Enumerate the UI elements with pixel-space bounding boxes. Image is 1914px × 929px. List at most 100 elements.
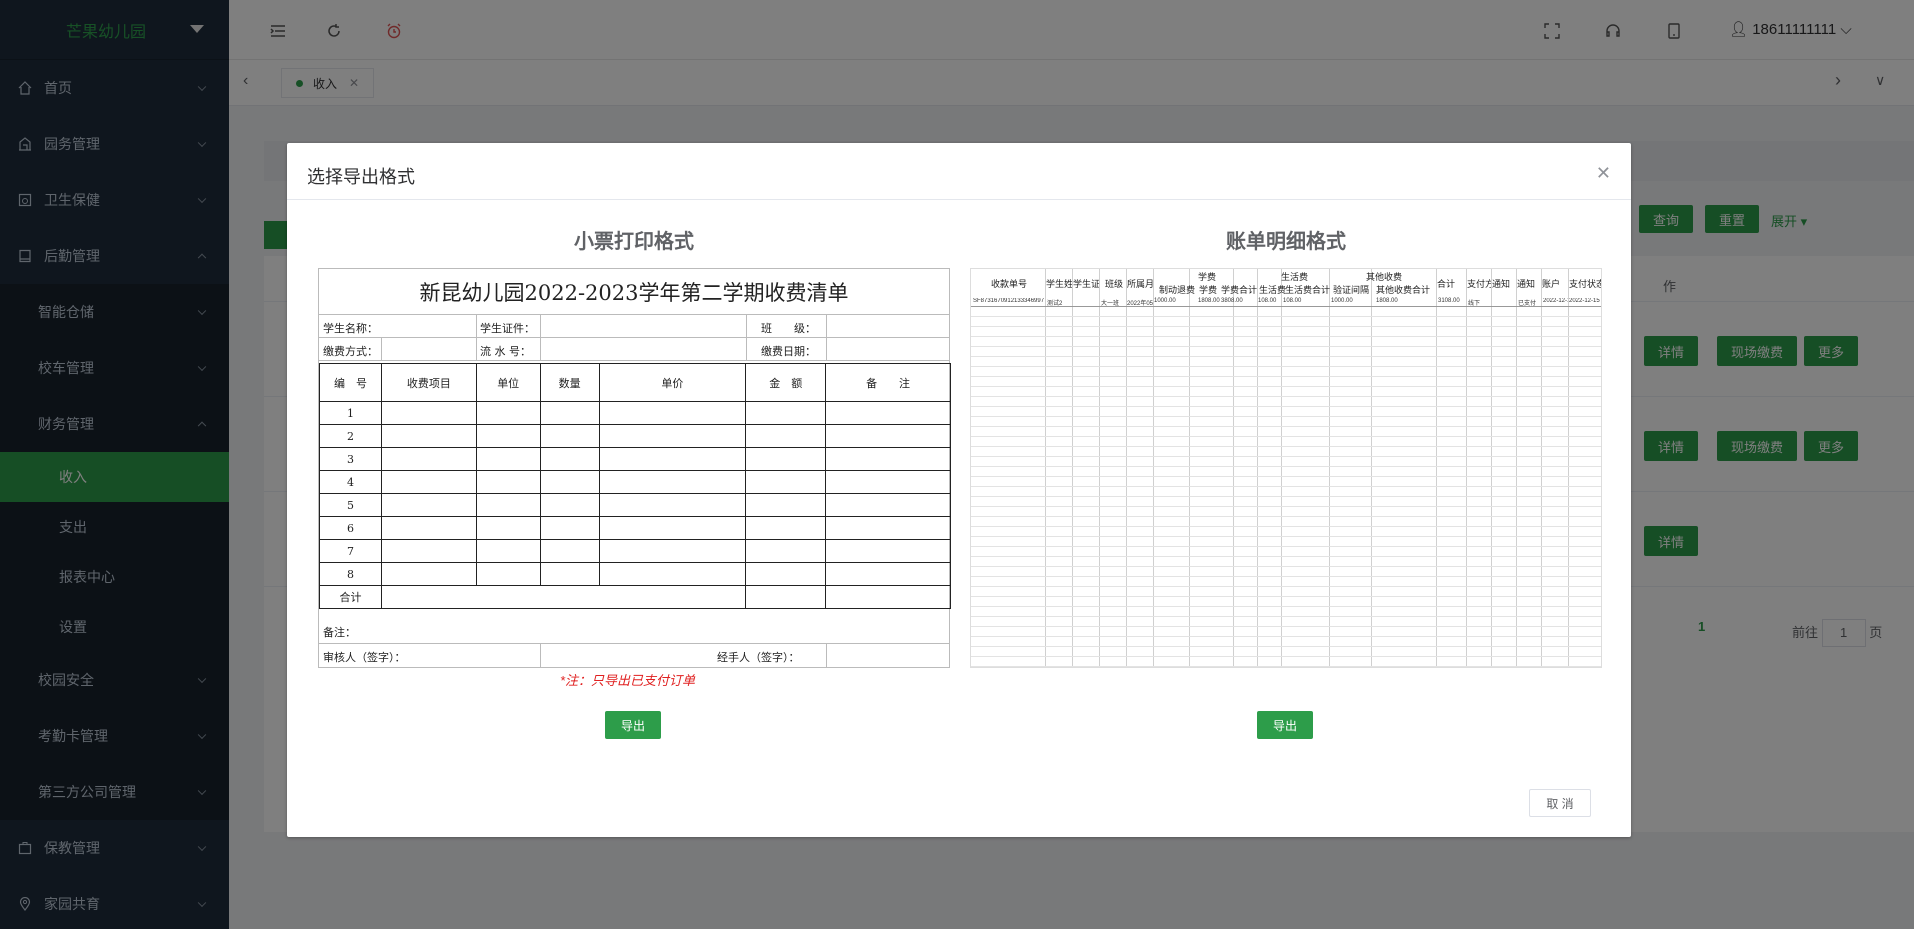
- ledger-header: 收款单号 学生姓名 学生证件 班级 所属月份 学费 制动退费 学费 学费合计 生…: [971, 269, 1601, 297]
- ledger-header-cell: 生活费: [1259, 286, 1287, 296]
- ledger-header-cell: 学费: [1199, 286, 1218, 296]
- ledger-cell: 已支付: [1518, 301, 1537, 307]
- ledger-cell: 1808.00: [1198, 298, 1220, 304]
- ledger-header-cell: 其他收费: [1366, 273, 1403, 283]
- table-header: 收费项目: [380, 363, 477, 402]
- ledger-cell: SF8731670912133346997: [973, 298, 1045, 304]
- student-id-label: 学生证件：: [480, 322, 535, 335]
- row-number: 5: [319, 493, 382, 517]
- ledger-cell: 108.00: [1258, 298, 1277, 304]
- ledger-cell: 1808.00: [1376, 298, 1398, 304]
- ledger-header-cell: 学费: [1198, 273, 1217, 283]
- receipt-title: 新昆幼儿园2022-2023学年第二学期收费清单: [319, 269, 949, 315]
- table-row: 6: [319, 516, 951, 540]
- ledger-cell: 2022-12-15: [1543, 298, 1568, 304]
- handler-label: 经手人（签字）：: [717, 651, 800, 664]
- receipt-preview[interactable]: 新昆幼儿园2022-2023学年第二学期收费清单 学生名称： 学生证件： 班 级…: [318, 268, 951, 668]
- ledger-header-cell: 学生证件: [1073, 280, 1099, 290]
- ledger-header-cell: 通知: [1517, 280, 1536, 290]
- table-header: 数量: [539, 363, 600, 402]
- ledger-cell: 大一班: [1101, 301, 1120, 307]
- ledger-cell: 2022-12-15: [1569, 298, 1600, 304]
- pay-date-label: 缴费日期：: [761, 345, 816, 358]
- divider: [381, 338, 382, 360]
- ledger-header-cell: 通知: [1492, 280, 1511, 290]
- ledger-cell: 3808.00: [1221, 298, 1243, 304]
- ledger-cell: 108.00: [1283, 298, 1302, 304]
- ledger-cell: 3108.00: [1438, 298, 1460, 304]
- ledger-cell: 1000.00: [1154, 298, 1176, 304]
- ledger-header-cell: 支付状态: [1569, 280, 1602, 290]
- receipt-format-heading: 小票打印格式: [574, 231, 694, 253]
- row-number: 3: [319, 447, 382, 471]
- divider: [476, 315, 477, 337]
- table-row: 8: [319, 562, 951, 586]
- remark-label: 备注：: [323, 626, 356, 639]
- ledger-cell: 1000.00: [1331, 298, 1353, 304]
- table-row: 1: [319, 401, 951, 425]
- divider: [540, 644, 541, 667]
- pay-method-label: 缴费方式：: [323, 345, 378, 358]
- ledger-header-cell: 所属月份: [1127, 280, 1153, 290]
- ledger-format-heading: 账单明细格式: [1226, 231, 1346, 253]
- ledger-preview[interactable]: 收款单号 学生姓名 学生证件 班级 所属月份 学费 制动退费 学费 学费合计 生…: [970, 268, 1602, 668]
- ledger-header-cell: 其他收费合计: [1376, 286, 1431, 296]
- export-label: 导出: [1272, 718, 1297, 733]
- receipt-table: 编 号 收费项目 单位 数量 单价 金 额 备 注 1 2 3 4 5 6 7 …: [319, 363, 951, 609]
- ledger-header-cell: 班级: [1105, 280, 1124, 290]
- divider: [746, 315, 747, 337]
- table-row: 2: [319, 424, 951, 448]
- divider: [746, 338, 747, 360]
- cancel-label: 取 消: [1546, 796, 1574, 811]
- divider: [540, 315, 541, 337]
- serial-label: 流 水 号：: [480, 345, 531, 358]
- remark-row: 备注：: [319, 615, 949, 644]
- signature-row: 审核人（签字）： 经手人（签字）：: [319, 644, 949, 667]
- row-number: 6: [319, 516, 382, 540]
- row-number: 8: [319, 562, 382, 586]
- ledger-header-cell: 学生姓名: [1046, 280, 1072, 290]
- table-header: 单位: [475, 363, 541, 402]
- divider: [287, 199, 1631, 200]
- ledger-grid: [971, 307, 1601, 667]
- row-number: 2: [319, 424, 382, 448]
- divider: [826, 315, 827, 337]
- export-format-dialog: 选择导出格式 ✕ 小票打印格式 账单明细格式 新昆幼儿园2022-2023学年第…: [287, 143, 1631, 837]
- table-header: 编 号: [319, 363, 382, 402]
- export-receipt-button[interactable]: 导出: [605, 711, 661, 739]
- ledger-header-cell: 生活费合计: [1285, 286, 1331, 296]
- row-number: 4: [319, 470, 382, 494]
- ledger-header-cell: 生活费: [1281, 273, 1309, 283]
- table-row: 5: [319, 493, 951, 517]
- ledger-row: SF8731670912133346997 测试2 大一班 2022年05月 1…: [971, 297, 1601, 307]
- divider: [476, 338, 477, 360]
- receipt-info-row: 缴费方式： 流 水 号： 缴费日期：: [319, 338, 949, 361]
- table-header: 备 注: [825, 363, 951, 402]
- class-label: 班 级：: [761, 322, 816, 335]
- total-row: 合计: [319, 585, 951, 609]
- row-number: 1: [319, 401, 382, 425]
- close-icon[interactable]: ✕: [1596, 163, 1611, 184]
- export-note: *注：只导出已支付订单: [560, 673, 696, 688]
- divider: [826, 644, 827, 667]
- ledger-header-cell: 学费合计: [1221, 286, 1258, 296]
- export-ledger-button[interactable]: 导出: [1257, 711, 1313, 739]
- table-row: 4: [319, 470, 951, 494]
- student-name-label: 学生名称：: [323, 322, 378, 335]
- dialog-title: 选择导出格式: [307, 167, 415, 187]
- table-row: 3: [319, 447, 951, 471]
- table-header-row: 编 号 收费项目 单位 数量 单价 金 额 备 注: [319, 363, 951, 402]
- total-label: 合计: [319, 585, 382, 609]
- ledger-header-cell: 验证间隔: [1333, 286, 1370, 296]
- ledger-header-cell: 制动退费: [1159, 286, 1196, 296]
- table-header: 金 额: [745, 363, 827, 402]
- ledger-header-cell: 账户: [1542, 280, 1561, 290]
- receipt-info-row: 学生名称： 学生证件： 班 级：: [319, 315, 949, 338]
- divider: [540, 338, 541, 360]
- cancel-button[interactable]: 取 消: [1529, 789, 1591, 817]
- divider: [826, 338, 827, 360]
- ledger-cell: 2022年05月: [1127, 301, 1153, 307]
- ledger-header-cell: 合计: [1437, 280, 1456, 290]
- ledger-cell: 测试2: [1047, 301, 1063, 307]
- auditor-label: 审核人（签字）：: [323, 651, 406, 664]
